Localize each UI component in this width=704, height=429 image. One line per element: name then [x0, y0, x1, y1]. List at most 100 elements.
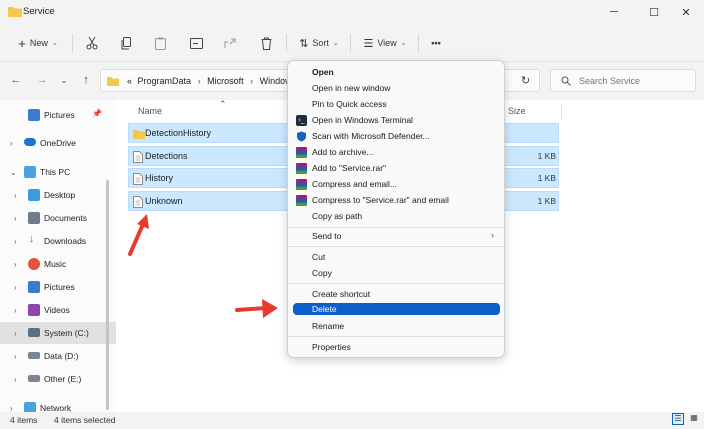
menu-item-rename[interactable]: Rename	[293, 319, 500, 334]
paste-icon	[154, 37, 166, 50]
tiles-view-icon[interactable]: ▦	[688, 413, 700, 425]
breadcrumb-item[interactable]: ProgramData	[138, 76, 192, 86]
rename-button[interactable]	[186, 32, 206, 54]
menu-item-send-to[interactable]: Send to ›	[293, 229, 500, 244]
share-button[interactable]	[220, 32, 240, 54]
winrar-icon	[296, 179, 307, 190]
close-button[interactable]: ✕	[668, 0, 704, 24]
column-header-size[interactable]: Size	[508, 106, 526, 116]
menu-separator	[288, 246, 504, 247]
delete-button[interactable]	[256, 32, 276, 54]
winrar-icon	[296, 163, 307, 174]
toolbar-divider	[418, 34, 419, 52]
menu-item-copy[interactable]: Copy	[293, 266, 500, 281]
winrar-icon	[296, 147, 307, 158]
menu-item-label: Compress and email...	[312, 179, 398, 189]
chevron-right-icon: ›	[14, 328, 17, 338]
menu-item-properties[interactable]: Properties	[293, 340, 500, 355]
paste-button[interactable]	[150, 32, 170, 54]
chevron-right-icon: ›	[10, 403, 13, 413]
file-name: Detections	[145, 151, 188, 161]
breadcrumb-overflow[interactable]: «	[127, 76, 132, 86]
new-button[interactable]: + New ⌄	[12, 32, 64, 54]
file-size: 1 KB	[537, 151, 556, 161]
file-size: 1 KB	[537, 196, 556, 206]
chevron-down-icon: ⌄	[10, 167, 17, 177]
chevron-right-icon: ›	[250, 76, 254, 86]
sidebar-item-documents[interactable]: › Documents	[0, 207, 116, 229]
menu-item-delete[interactable]: Delete	[293, 303, 500, 315]
copy-icon	[121, 36, 131, 49]
sidebar-item-pictures-quick[interactable]: Pictures 📌	[0, 104, 116, 126]
sidebar-item-system-c[interactable]: › System (C:)	[0, 322, 116, 344]
details-view-icon[interactable]: ☰	[672, 413, 684, 425]
menu-item-scan-defender[interactable]: Scan with Microsoft Defender...	[293, 129, 500, 144]
minimize-button[interactable]: ─	[596, 0, 632, 24]
window-title: Service	[23, 6, 55, 17]
sidebar-item-videos[interactable]: › Videos	[0, 299, 116, 321]
toolbar-divider	[72, 34, 73, 52]
sidebar-item-label: This PC	[40, 167, 71, 177]
search-icon	[561, 76, 571, 86]
menu-item-add-to-archive[interactable]: Add to archive...	[293, 145, 500, 160]
sidebar-item-music[interactable]: › Music	[0, 253, 116, 275]
menu-item-open[interactable]: Open	[293, 65, 500, 80]
up-arrow-icon[interactable]: ↑	[78, 72, 94, 88]
menu-item-open-new-window[interactable]: Open in new window	[293, 81, 500, 96]
menu-item-pin-quick-access[interactable]: Pin to Quick access	[293, 97, 500, 112]
sidebar-item-onedrive[interactable]: › OneDrive	[0, 132, 116, 154]
column-divider[interactable]	[561, 104, 562, 120]
breadcrumb-item[interactable]: Microsoft	[207, 76, 244, 86]
copy-button[interactable]	[116, 32, 136, 54]
cut-button[interactable]	[82, 32, 102, 54]
sort-button[interactable]: ⇅ Sort ⌄	[294, 32, 344, 54]
sidebar-item-network[interactable]: › Network	[0, 397, 116, 412]
menu-item-open-terminal[interactable]: ›_ Open in Windows Terminal	[293, 113, 500, 128]
maximize-button[interactable]: ☐	[636, 0, 672, 24]
recent-locations-chevron-icon[interactable]: ⌄	[56, 72, 72, 88]
menu-item-label: Open in Windows Terminal	[312, 115, 413, 125]
chevron-down-icon: ⌄	[51, 40, 58, 47]
sidebar-item-desktop[interactable]: › Desktop	[0, 184, 116, 206]
chevron-right-icon: ›	[14, 282, 17, 292]
sidebar-item-label: Network	[40, 403, 72, 412]
view-button[interactable]: ☰ View ⌄	[358, 32, 412, 54]
chevron-right-icon: ›	[14, 259, 17, 269]
menu-item-compress-to-service-rar-email[interactable]: Compress to "Service.rar" and email	[293, 193, 500, 208]
sidebar-item-label: System (C:)	[44, 328, 89, 338]
forward-arrow-icon[interactable]: →	[34, 72, 50, 88]
toolbar-divider	[286, 34, 287, 52]
view-icon: ☰	[363, 37, 374, 50]
menu-item-add-to-service-rar[interactable]: Add to "Service.rar"	[293, 161, 500, 176]
menu-item-label: Copy	[312, 268, 332, 278]
refresh-icon[interactable]: ↻	[521, 74, 530, 87]
search-placeholder: Search Service	[579, 76, 641, 86]
music-icon	[28, 258, 40, 270]
menu-item-label: Add to "Service.rar"	[312, 163, 387, 173]
sidebar-item-label: Music	[44, 259, 67, 269]
menu-item-copy-as-path[interactable]: Copy as path	[293, 209, 500, 224]
sidebar-item-pictures[interactable]: › Pictures	[0, 276, 116, 298]
chevron-right-icon: ›	[14, 236, 17, 246]
sidebar-item-downloads[interactable]: › ↓ Downloads	[0, 230, 116, 252]
menu-item-label: Rename	[312, 321, 345, 331]
menu-item-compress-email[interactable]: Compress and email...	[293, 177, 500, 192]
search-box[interactable]: Search Service	[550, 69, 696, 92]
sidebar-item-this-pc[interactable]: ⌄ This PC	[0, 161, 116, 183]
sidebar-item-data-d[interactable]: › Data (D:)	[0, 345, 116, 367]
menu-item-create-shortcut[interactable]: Create shortcut	[293, 287, 500, 302]
share-icon	[224, 38, 236, 48]
downloads-icon: ↓	[29, 233, 35, 245]
sidebar-scrollbar[interactable]	[106, 180, 109, 410]
menu-separator	[288, 336, 504, 337]
menu-item-cut[interactable]: Cut	[293, 250, 500, 265]
see-more-button[interactable]: •••	[426, 32, 446, 54]
videos-icon	[28, 304, 40, 316]
item-count: 4 items	[10, 415, 38, 425]
sort-label: Sort	[312, 38, 329, 48]
file-size: 1 KB	[537, 173, 556, 183]
back-arrow-icon[interactable]: ←	[8, 72, 24, 88]
sidebar-item-other-e[interactable]: › Other (E:)	[0, 368, 116, 390]
menu-item-label: Open in new window	[312, 83, 391, 93]
column-header-name[interactable]: Name	[138, 106, 162, 116]
